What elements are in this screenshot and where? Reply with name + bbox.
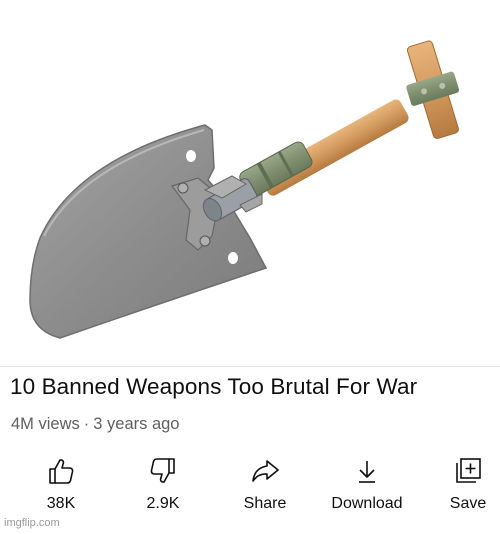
video-thumbnail[interactable] [0,0,500,366]
thumbs-up-icon [49,459,74,484]
download-icon [359,461,375,483]
video-meta: 4M views · 3 years ago [11,415,180,434]
shovel-image [29,40,460,339]
video-title[interactable]: 10 Banned Weapons Too Brutal For War [10,374,417,400]
save-to-playlist-icon [456,458,481,483]
divider [0,366,500,367]
view-count: 4M views [11,415,80,433]
share-button[interactable]: Share [215,450,315,513]
download-label: Download [331,495,403,512]
meta-separator: · [83,415,90,433]
like-button[interactable]: 38K [11,450,111,513]
thumbs-down-icon [150,458,175,483]
save-button[interactable]: Save [418,450,500,513]
dislike-count: 2.9K [146,495,180,512]
like-count: 38K [46,495,76,512]
share-arrow-icon [252,460,279,482]
save-label: Save [449,495,487,512]
watermark: imgflip.com [4,517,60,529]
action-bar: 38K 2.9K Share Download Save [0,450,500,522]
dislike-button[interactable]: 2.9K [113,450,213,513]
share-label: Share [243,495,287,512]
download-button[interactable]: Download [317,450,417,513]
upload-age: 3 years ago [93,415,180,433]
